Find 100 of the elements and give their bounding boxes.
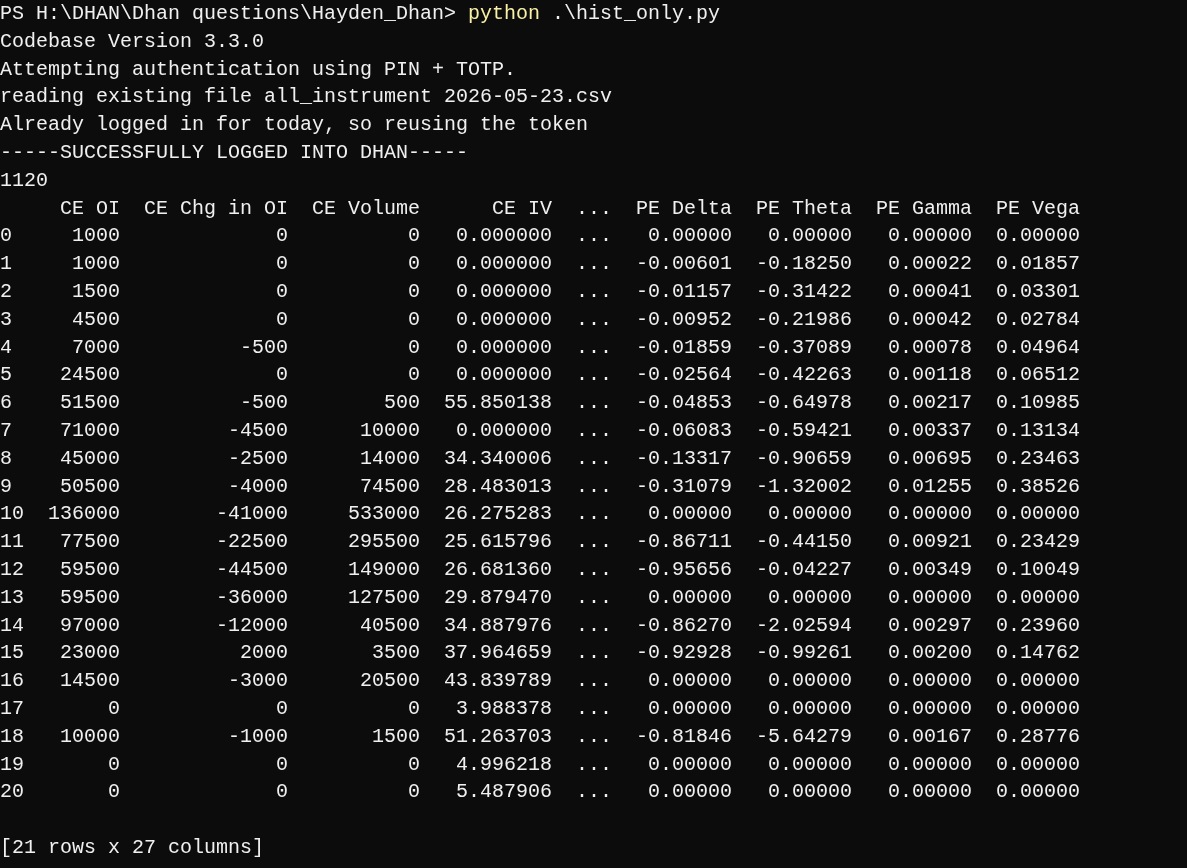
table-cell: 0.00022 [888,252,973,276]
table-cell: 295500 [348,530,421,554]
table-cell: -4000 [228,474,288,498]
table-cell: 10000 [360,418,421,442]
table-cell: 149000 [348,557,421,581]
table-cell: 0.00200 [888,641,973,665]
table-cell: 0.00000 [996,780,1081,804]
table-cell: -0.95656 [636,557,733,581]
table-cell: -0.18250 [756,252,853,276]
table-cell: 10000 [60,724,120,748]
table-cell: 37.964659 [444,641,553,665]
table-cell: 0.000000 [456,252,553,276]
table-cell: 0.00297 [888,613,973,637]
table-cell: -44500 [216,557,288,581]
table-cell: -0.31422 [756,279,853,303]
table-cell: 0.28776 [996,724,1081,748]
table-cell: ... [576,724,613,748]
table-cell: 34.887976 [444,613,553,637]
row-index: 7 [0,418,12,442]
table-cell: 0 [408,363,421,387]
table-cell: -3000 [228,669,288,693]
table-cell: 0.00349 [888,557,973,581]
table-cell: 0.10985 [996,391,1081,415]
row-index: 3 [0,307,12,331]
row-index: 12 [0,557,24,581]
table-cell: 3.988378 [456,696,553,720]
column-header: ... [576,196,613,220]
table-cell: -0.44150 [756,530,853,554]
output-line: reading existing file all_instrument 2026-05-23.csv [0,84,613,111]
table-cell: 0.00000 [648,696,733,720]
row-index: 17 [0,696,24,720]
table-cell: 0.14762 [996,641,1081,665]
output-line: Attempting authentication using PIN + TOTP. [0,56,517,83]
table-cell: 23000 [60,641,120,665]
table-cell: 74500 [360,474,421,498]
column-header: CE IV [492,196,553,220]
table-cell: 0.00000 [768,585,853,609]
table-cell: 0 [408,696,421,720]
table-cell: -22500 [216,530,288,554]
table-cell: 0.000000 [456,307,553,331]
table-cell: -0.90659 [756,446,853,470]
table-cell: 26.681360 [444,557,553,581]
table-cell: -500 [240,391,288,415]
table-cell: 0.00337 [888,418,973,442]
table-cell: 40500 [360,613,421,637]
table-cell: ... [576,363,613,387]
table-cell: ... [576,474,613,498]
row-index: 0 [0,224,12,248]
table-cell: 45000 [60,446,120,470]
output-line: -----SUCCESSFULLY LOGGED INTO DHAN----- [0,140,469,166]
table-cell: 0.000000 [456,335,553,359]
table-cell: ... [576,696,613,720]
table-cell: ... [576,252,613,276]
table-cell: 0.00000 [768,780,853,804]
table-cell: ... [576,446,613,470]
table-cell: -1.32002 [756,474,853,498]
table-cell: 0.10049 [996,557,1081,581]
table-cell: 55.850138 [444,391,553,415]
command-argument: .\hist_only.py [552,1,721,27]
table-cell: 28.483013 [444,474,553,498]
table-cell: -0.01157 [636,279,733,303]
table-cell: ... [576,224,613,248]
table-cell: -36000 [216,585,288,609]
table-cell: 0 [408,307,421,331]
table-cell: 0.00217 [888,391,973,415]
row-index: 4 [0,335,12,359]
table-cell: 50500 [60,474,120,498]
table-cell: ... [576,502,613,526]
table-cell: 0.13134 [996,418,1081,442]
table-cell: ... [576,557,613,581]
table-cell: 0.00042 [888,307,973,331]
table-cell: -0.64978 [756,391,853,415]
table-cell: 0 [276,363,288,387]
table-cell: 0 [408,780,421,804]
table-cell: 0.00000 [996,696,1081,720]
table-cell: 0.00921 [888,530,973,554]
row-index: 20 [0,780,24,804]
table-cell: 0.00041 [888,279,973,303]
table-cell: 0.00167 [888,724,973,748]
table-cell: 0.38526 [996,474,1081,498]
table-cell: -5.64279 [756,724,853,748]
table-cell: 0 [108,780,120,804]
row-index: 8 [0,446,12,470]
column-header: PE Delta [636,196,733,220]
table-cell: 0.00118 [888,363,973,387]
table-cell: 0.00000 [996,752,1081,776]
table-cell: 0 [408,752,421,776]
table-cell: 4500 [72,307,120,331]
table-cell: 0.00000 [648,502,733,526]
row-index: 16 [0,669,24,693]
table-cell: 0.00000 [996,585,1081,609]
row-index: 14 [0,613,24,637]
table-cell: 34.340006 [444,446,553,470]
table-cell: -0.06083 [636,418,733,442]
table-cell: 25.615796 [444,530,553,554]
table-cell: 0 [408,335,421,359]
table-cell: -0.00601 [636,252,733,276]
table-cell: -0.04227 [756,557,853,581]
table-cell: 500 [384,391,421,415]
table-cell: 51500 [60,391,120,415]
